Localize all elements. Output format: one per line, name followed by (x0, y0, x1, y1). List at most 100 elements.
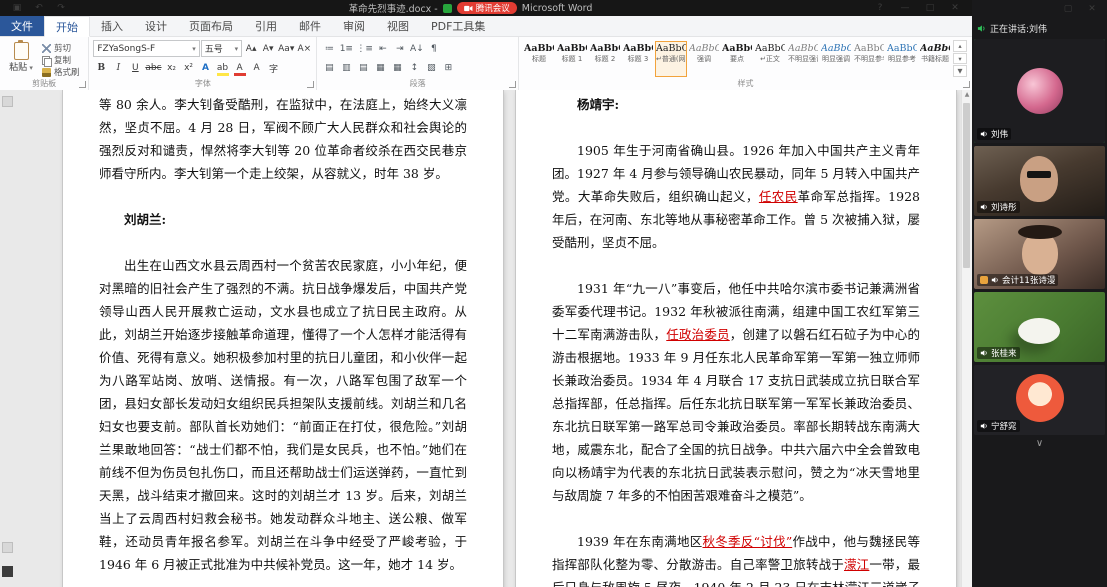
scrollbar-thumb[interactable] (963, 103, 970, 268)
numbering-icon[interactable]: 1≡ (338, 41, 354, 56)
line-spacing-icon[interactable]: ↕ (406, 61, 422, 76)
panel-close-icon[interactable]: ✕ (1084, 1, 1100, 16)
style-chip-标题 3[interactable]: AaBbC标题 3 (622, 41, 654, 77)
doc-text: 出生在山西文水县云周西村一个贫苦农民家庭，小小年纪，便对黑暗的旧社会产生了强烈的… (99, 258, 467, 572)
help-icon[interactable]: ? (872, 1, 888, 16)
shrink-font-icon[interactable]: A▾ (260, 41, 276, 56)
subscript-icon[interactable]: x₂ (164, 61, 180, 76)
align-left-icon[interactable]: ▤ (321, 61, 337, 76)
font-icons-row1: A▴ A▾ Aa▾ A× (243, 41, 312, 56)
style-chip-标题[interactable]: AaBbC标题 (523, 41, 555, 77)
tab-文件[interactable]: 文件 (0, 16, 44, 36)
font-size-select[interactable]: 五号 (200, 40, 243, 58)
participant-tile-张桂来[interactable]: 张桂来 (974, 292, 1105, 362)
justify-icon[interactable]: ▦ (372, 61, 388, 76)
style-chip-↵正文[interactable]: AaBbCcD↵正文 (754, 41, 786, 77)
shading-icon[interactable]: ▨ (423, 61, 439, 76)
paragraph-group-label: 段落 (409, 79, 426, 88)
highlight-color-icon[interactable]: ab (215, 61, 231, 76)
minimize-icon[interactable]: — (897, 1, 913, 16)
clipboard-cut-button[interactable]: 剪切 (42, 43, 80, 54)
tab-PDF工具集[interactable]: PDF工具集 (420, 16, 496, 36)
paragraph-icons-row2: ▤ ▥ ▤ ▦ ▦ ↕ ▨ ⊞ (321, 60, 514, 78)
participant-tile-刘伟[interactable]: 刘伟 (974, 39, 1105, 143)
doc-paragraph: 1905 年生于河南省确山县。1926 年加入中国共产主义青年团。1927 年 … (552, 139, 920, 254)
format-painter-button[interactable]: 格式刷 (42, 67, 80, 78)
style-label: 不明显强调 (788, 55, 818, 63)
tab-插入[interactable]: 插入 (90, 16, 134, 36)
style-chip-要点[interactable]: AaBbCcD要点 (721, 41, 753, 77)
tab-审阅[interactable]: 审阅 (332, 16, 376, 36)
collapse-panel-button[interactable]: ∨ (972, 435, 1107, 451)
gallery-down-icon[interactable]: ▾ (953, 52, 967, 65)
character-shading-icon[interactable]: A (249, 61, 265, 76)
participant-tile-刘诗彤[interactable]: 刘诗彤 (974, 146, 1105, 216)
styles-gallery: AaBbC标题AaBbC标题 1AaBbC标题 2AaBbC标题 3AaBbCc… (523, 40, 951, 77)
multilevel-list-icon[interactable]: ⋮≡ (355, 41, 374, 56)
strikethrough-icon[interactable]: abc (144, 61, 162, 76)
dialog-launcher-icon[interactable] (509, 81, 516, 88)
style-chip-书籍标题[interactable]: AaBbCcD书籍标题 (919, 41, 951, 77)
clipboard-copy-button[interactable]: 复制 (42, 55, 80, 67)
style-chip-明显参考[interactable]: AaBbCcC明显参考 (886, 41, 918, 77)
tab-设计[interactable]: 设计 (134, 16, 178, 36)
style-label: 标题 1 (561, 55, 583, 63)
dialog-launcher-icon[interactable] (963, 81, 970, 88)
dialog-launcher-icon[interactable] (79, 81, 87, 88)
tab-视图[interactable]: 视图 (376, 16, 420, 36)
tab-引用[interactable]: 引用 (244, 16, 288, 36)
style-chip-不明显参考[interactable]: AaBbCcD不明显参考 (853, 41, 885, 77)
participant-tile-宁舒窕[interactable]: 宁舒窕 (974, 365, 1105, 435)
maximize-icon[interactable]: □ (922, 1, 938, 16)
increase-indent-icon[interactable]: ⇥ (392, 41, 408, 56)
document-page-1[interactable]: 等 80 余人。李大钊备受酷刑，在监狱中，在法庭上，始终大义凛然，坚贞不屈。4 … (63, 90, 503, 587)
show-marks-icon[interactable]: ¶ (426, 41, 442, 56)
borders-icon[interactable]: ⊞ (440, 61, 456, 76)
gallery-up-icon[interactable]: ▴ (953, 40, 967, 52)
scroll-up-icon[interactable]: ▲ (962, 90, 972, 100)
style-chip-↵普通(网...[interactable]: AaBbCcD↵普通(网... (655, 41, 687, 77)
underline-icon[interactable]: U (127, 61, 143, 76)
panel-expand-icon[interactable]: ▢ (1060, 1, 1076, 16)
undo-icon[interactable]: ↶ (31, 1, 47, 16)
enclose-characters-icon[interactable]: 字 (266, 61, 282, 76)
sort-icon[interactable]: A↓ (409, 41, 425, 56)
meeting-pill[interactable]: 腾讯会议 (456, 2, 517, 14)
grow-font-icon[interactable]: A▴ (243, 41, 259, 56)
taskbar-corner-icon[interactable] (2, 566, 13, 577)
participant-tile-会计11张诗漫[interactable]: 会计11张诗漫 (974, 219, 1105, 289)
document-page-2[interactable]: 杨靖宇: 1905 年生于河南省确山县。1926 年加入中国共产主义青年团。192… (516, 90, 956, 587)
style-chip-明显强调[interactable]: AaBbCcD明显强调 (820, 41, 852, 77)
left-margin-icon[interactable] (2, 96, 13, 107)
doc-paragraph: 1931 年“九一八”事变后，他任中共哈尔滨市委书记兼满洲省委军委代理书记。19… (552, 277, 920, 507)
decrease-indent-icon[interactable]: ⇤ (375, 41, 391, 56)
text-effects-icon[interactable]: A (198, 61, 214, 76)
bold-icon[interactable]: B (93, 61, 109, 76)
style-chip-不明显强调[interactable]: AaBbCcD不明显强调 (787, 41, 819, 77)
document-scrollbar[interactable]: ▲ (961, 90, 972, 587)
style-chip-标题 2[interactable]: AaBbC标题 2 (589, 41, 621, 77)
style-label: 标题 3 (627, 55, 649, 63)
change-case-icon[interactable]: Aa▾ (277, 41, 295, 56)
gallery-more-icon[interactable]: ▼ (953, 65, 967, 78)
style-chip-标题 1[interactable]: AaBbC标题 1 (556, 41, 588, 77)
tab-页面布局[interactable]: 页面布局 (178, 16, 244, 36)
italic-icon[interactable]: I (110, 61, 126, 76)
left-margin-icon[interactable] (2, 542, 13, 553)
bullets-icon[interactable]: ≔ (321, 41, 337, 56)
redo-icon[interactable]: ↷ (53, 1, 69, 16)
superscript-icon[interactable]: x² (181, 61, 197, 76)
tab-开始[interactable]: 开始 (44, 16, 90, 37)
align-center-icon[interactable]: ▥ (338, 61, 354, 76)
save-icon[interactable]: ▣ (9, 1, 25, 16)
align-right-icon[interactable]: ▤ (355, 61, 371, 76)
tab-邮件[interactable]: 邮件 (288, 16, 332, 36)
paste-button[interactable]: 粘贴 (4, 40, 38, 77)
distributed-icon[interactable]: ▦ (389, 61, 405, 76)
dialog-launcher-icon[interactable] (307, 81, 315, 88)
font-color-icon[interactable]: A (232, 61, 248, 76)
style-chip-强调[interactable]: AaBbCcD强调 (688, 41, 720, 77)
font-family-select[interactable]: FZYaSongS-F (93, 40, 200, 58)
clear-formatting-icon[interactable]: A× (296, 41, 312, 56)
close-icon[interactable]: ✕ (947, 1, 963, 16)
